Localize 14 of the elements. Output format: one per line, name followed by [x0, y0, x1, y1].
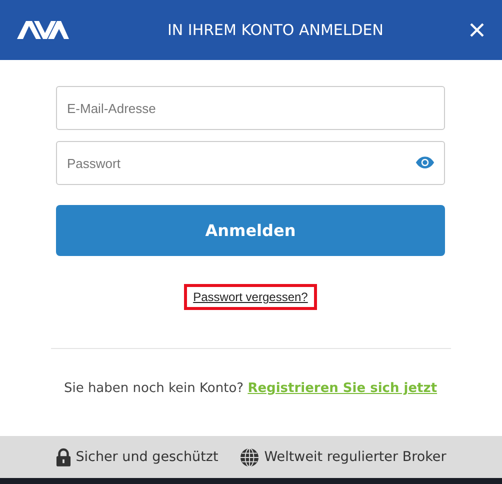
close-button[interactable] — [468, 21, 486, 39]
footer-text: Sicher und geschützt — [76, 449, 218, 465]
footer-text: Weltweit regulierter Broker — [264, 449, 446, 465]
register-link[interactable]: Registrieren Sie sich jetzt — [248, 381, 438, 396]
password-field[interactable]: Passwort — [56, 141, 445, 185]
eye-icon[interactable] — [415, 156, 435, 169]
lock-icon — [56, 448, 71, 466]
forgot-password-link[interactable]: Passwort vergessen? — [184, 284, 317, 310]
dialog-title: IN IHREM KONTO ANMELDEN — [166, 21, 384, 39]
register-prompt: Sie haben noch kein Konto? Registrieren Sie sich jetzt — [62, 381, 438, 396]
login-button[interactable]: Anmelden — [56, 205, 445, 256]
logo-icon — [17, 21, 69, 39]
email-field[interactable]: E-Mail-Adresse — [56, 86, 445, 130]
globe-icon — [240, 448, 260, 466]
